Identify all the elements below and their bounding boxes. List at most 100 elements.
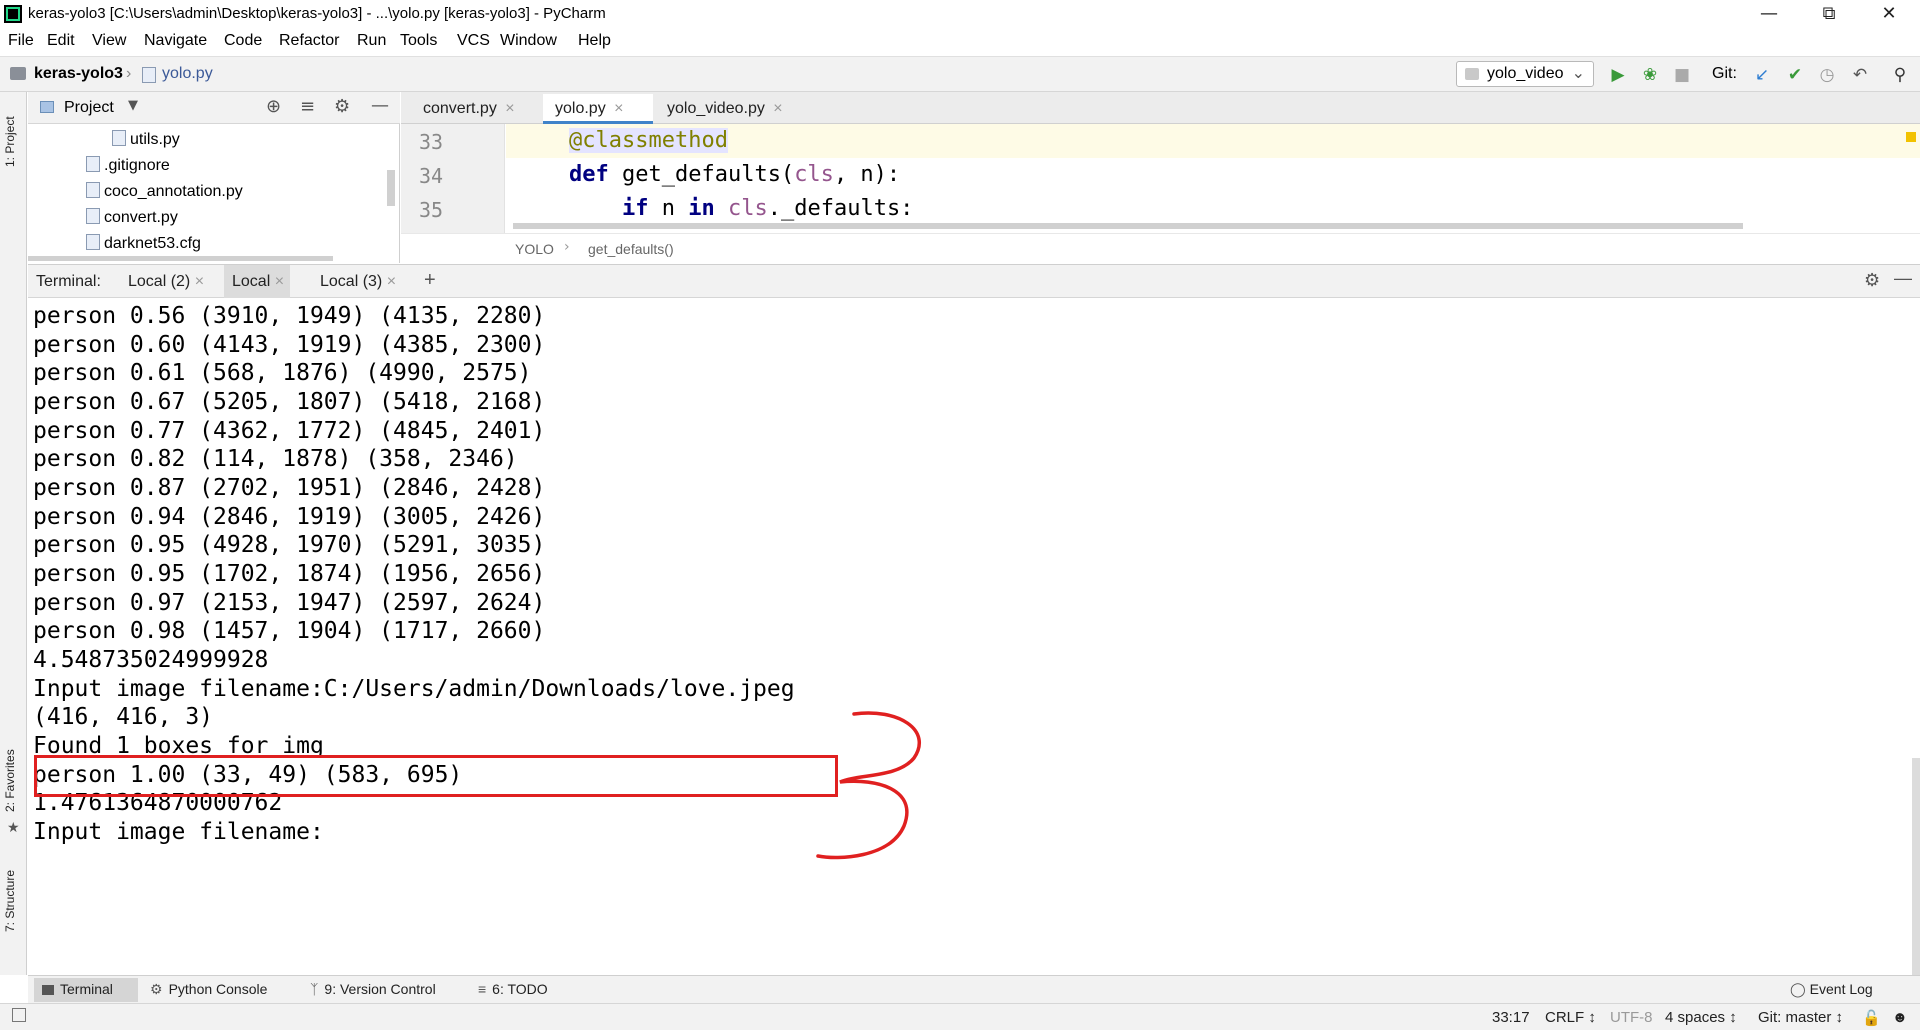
version-control-button[interactable]: ᛉ 9: Version Control bbox=[310, 981, 436, 997]
menu-file[interactable]: File bbox=[8, 32, 34, 50]
run-icon[interactable]: ▶ bbox=[1608, 65, 1628, 85]
terminal-tab-local[interactable]: Local × bbox=[224, 265, 291, 298]
vertical-scrollbar[interactable] bbox=[387, 170, 395, 206]
left-tool-strip: 1: Project 2: Favorites ★ 7: Structure bbox=[0, 92, 27, 975]
editor-pane: convert.py × yolo.py × yolo_video.py × 3… bbox=[401, 92, 1920, 263]
run-configuration-label: yolo_video bbox=[1487, 65, 1564, 82]
close-icon[interactable]: × bbox=[195, 273, 204, 290]
line-separator[interactable]: CRLF ↕ bbox=[1545, 1009, 1596, 1026]
terminal-tab-local-2[interactable]: Local (2) × bbox=[128, 273, 204, 291]
python-console-button[interactable]: ⚙ Python Console bbox=[150, 981, 267, 998]
history-icon[interactable]: ◷ bbox=[1817, 65, 1837, 85]
favorites-tool-tab[interactable]: 2: Favorites bbox=[3, 749, 17, 812]
hide-panel-icon[interactable]: — bbox=[1894, 268, 1912, 289]
chevron-down-icon: ⌄ bbox=[1571, 65, 1585, 82]
terminal-tab-local-3[interactable]: Local (3) × bbox=[320, 273, 396, 291]
event-log-button[interactable]: ◯ Event Log bbox=[1790, 981, 1873, 998]
run-configuration-select[interactable]: yolo_video ⌄ bbox=[1456, 61, 1594, 87]
terminal-line: (416, 416, 3) bbox=[33, 704, 214, 730]
close-icon[interactable]: × bbox=[387, 273, 396, 290]
terminal-line: person 0.82 (114, 1878) (358, 2346) bbox=[33, 446, 518, 472]
collapse-all-icon[interactable]: ≡ bbox=[300, 96, 315, 117]
file-name: coco_annotation.py bbox=[104, 183, 243, 200]
gear-icon[interactable]: ⚙ bbox=[1864, 270, 1880, 291]
locate-icon[interactable]: ⊕ bbox=[266, 96, 281, 117]
menu-code[interactable]: Code bbox=[224, 32, 262, 50]
restore-icon[interactable]: ⧉ bbox=[1800, 0, 1858, 28]
horizontal-scrollbar[interactable] bbox=[28, 256, 333, 261]
stop-icon[interactable]: ■ bbox=[1672, 65, 1692, 85]
gear-icon[interactable]: ⚙ bbox=[334, 96, 350, 117]
project-panel: Project ▼ ⊕ ≡ ⚙ — utils.py .gitignore co… bbox=[28, 92, 400, 263]
tab-label: yolo_video.py bbox=[667, 100, 765, 117]
inspector-icon[interactable]: ☻ bbox=[1892, 1009, 1908, 1026]
tab-label: Local (3) bbox=[320, 273, 383, 290]
minimize-icon[interactable]: — bbox=[1740, 0, 1798, 28]
tab-yolo-video-py[interactable]: yolo_video.py × bbox=[655, 94, 811, 124]
hide-panel-icon[interactable]: — bbox=[371, 95, 389, 116]
code-line-33[interactable]: @classmethod bbox=[569, 128, 728, 153]
terminal-line: person 0.87 (2702, 1951) (2846, 2428) bbox=[33, 475, 546, 501]
terminal-scrollbar[interactable] bbox=[1912, 758, 1920, 975]
highlight-box-annotation bbox=[34, 755, 838, 797]
menu-vcs[interactable]: VCS bbox=[457, 32, 490, 50]
line-number: 33 bbox=[419, 130, 444, 154]
git-commit-icon[interactable]: ✔ bbox=[1785, 65, 1805, 85]
project-tool-tab[interactable]: 1: Project bbox=[3, 116, 17, 167]
file-name: darknet53.cfg bbox=[104, 235, 201, 252]
todo-button[interactable]: ≡ 6: TODO bbox=[478, 981, 548, 997]
menu-run[interactable]: Run bbox=[357, 32, 386, 50]
lock-icon[interactable]: 🔓 bbox=[1862, 1009, 1881, 1027]
menu-help[interactable]: Help bbox=[578, 32, 611, 50]
menu-refactor[interactable]: Refactor bbox=[279, 32, 339, 50]
tab-convert-py[interactable]: convert.py × bbox=[411, 94, 541, 124]
project-file-item[interactable]: darknet53.cfg bbox=[86, 234, 201, 253]
breadcrumb-project[interactable]: keras-yolo3 bbox=[34, 65, 123, 83]
code-line-35[interactable]: if n in cls._defaults: bbox=[569, 196, 913, 221]
close-icon[interactable]: × bbox=[275, 273, 284, 290]
breadcrumb-method[interactable]: get_defaults() bbox=[588, 241, 674, 257]
code-line-34[interactable]: def get_defaults(cls, n): bbox=[569, 162, 900, 187]
project-file-item[interactable]: utils.py bbox=[112, 130, 180, 149]
close-icon[interactable]: × bbox=[773, 100, 782, 117]
git-update-icon[interactable]: ↙ bbox=[1752, 65, 1772, 85]
terminal-line: Input image filename: bbox=[33, 819, 324, 845]
terminal-output[interactable]: person 0.56 (3910, 1949) (4135, 2280) pe… bbox=[28, 298, 1920, 975]
list-icon: ≡ bbox=[478, 981, 487, 997]
close-icon[interactable]: × bbox=[505, 100, 514, 117]
editor-horizontal-scrollbar[interactable] bbox=[513, 223, 1743, 229]
search-icon[interactable]: ⚲ bbox=[1890, 65, 1910, 85]
breadcrumb-class[interactable]: YOLO bbox=[515, 241, 554, 257]
menu-edit[interactable]: Edit bbox=[47, 32, 75, 50]
menu-tools[interactable]: Tools bbox=[400, 32, 437, 50]
breadcrumb-separator-icon: › bbox=[126, 65, 132, 82]
file-encoding[interactable]: UTF-8 bbox=[1610, 1009, 1653, 1026]
close-icon[interactable]: × bbox=[614, 100, 623, 117]
debug-icon[interactable]: ❀ bbox=[1640, 65, 1660, 85]
revert-icon[interactable]: ↶ bbox=[1850, 65, 1870, 85]
indent-setting[interactable]: 4 spaces ↕ bbox=[1665, 1009, 1737, 1026]
structure-tool-tab[interactable]: 7: Structure bbox=[3, 870, 17, 932]
project-file-item[interactable]: convert.py bbox=[86, 208, 178, 227]
menu-window[interactable]: Window bbox=[500, 32, 557, 50]
breadcrumb-file[interactable]: yolo.py bbox=[162, 65, 213, 83]
project-file-item[interactable]: .gitignore bbox=[86, 156, 170, 175]
pycharm-logo-icon bbox=[4, 5, 22, 23]
close-icon[interactable]: ✕ bbox=[1860, 0, 1918, 28]
terminal-line: 4.548735024999928 bbox=[33, 647, 269, 673]
chevron-down-icon[interactable]: ▼ bbox=[128, 98, 138, 113]
tool-label: 9: Version Control bbox=[324, 981, 436, 997]
terminal-tool-button[interactable]: Terminal bbox=[42, 981, 113, 997]
project-panel-title[interactable]: Project bbox=[64, 99, 114, 117]
git-branch[interactable]: Git: master ↕ bbox=[1758, 1009, 1843, 1026]
project-file-item[interactable]: coco_annotation.py bbox=[86, 182, 243, 201]
menu-navigate[interactable]: Navigate bbox=[144, 32, 207, 50]
toggle-tool-windows-icon[interactable] bbox=[12, 1008, 26, 1022]
terminal-line: person 0.56 (3910, 1949) (4135, 2280) bbox=[33, 303, 546, 329]
caret-position[interactable]: 33:17 bbox=[1492, 1009, 1530, 1026]
file-name: convert.py bbox=[104, 209, 178, 226]
menu-view[interactable]: View bbox=[92, 32, 126, 50]
tab-yolo-py[interactable]: yolo.py × bbox=[543, 94, 653, 124]
tool-label: 6: TODO bbox=[492, 981, 548, 997]
new-terminal-icon[interactable]: + bbox=[424, 269, 436, 292]
